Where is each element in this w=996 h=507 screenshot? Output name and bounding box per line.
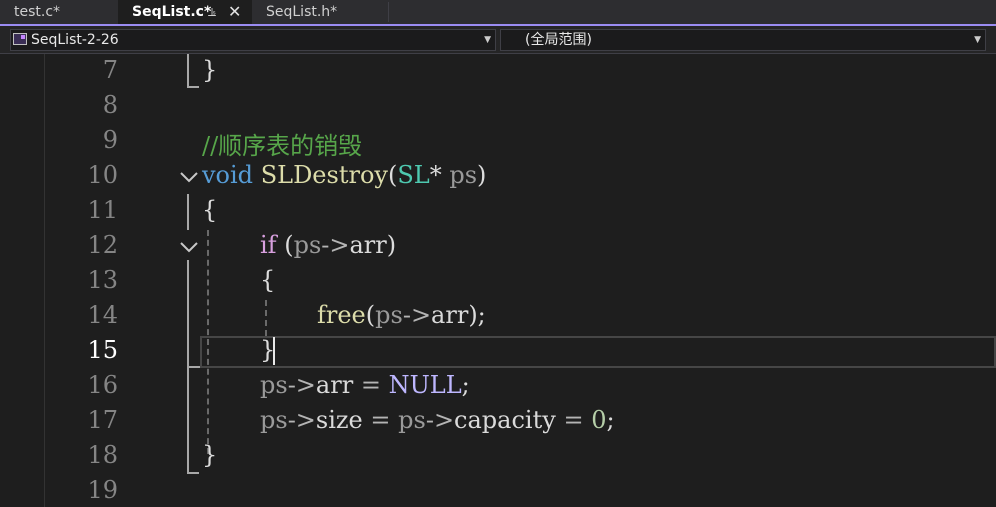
line-number: 18 xyxy=(87,441,118,469)
code-line-18: } xyxy=(202,441,217,469)
function-name: free xyxy=(317,301,366,329)
code-line-12: if (ps->arr) xyxy=(260,231,396,259)
brace: } xyxy=(202,441,218,469)
operator: -> xyxy=(425,406,455,434)
variable: ps xyxy=(398,406,426,434)
pointer: * xyxy=(429,161,442,189)
member: arr xyxy=(431,301,469,329)
line-number: 13 xyxy=(87,266,118,294)
chevron-down-icon[interactable]: ▼ xyxy=(484,30,491,50)
tab-seqlist-c[interactable]: SeqList.c* ⫡ ✕ xyxy=(118,0,252,24)
close-icon[interactable]: ✕ xyxy=(228,0,241,24)
fold-guide-end xyxy=(187,472,199,474)
brace: { xyxy=(260,266,276,294)
tab-label: test.c* xyxy=(14,4,61,20)
member: arr xyxy=(315,371,354,399)
project-dropdown[interactable]: SeqList-2-26 ▼ xyxy=(10,29,496,51)
paren: ( xyxy=(365,301,376,329)
tab-divider xyxy=(388,2,389,22)
operator: -> xyxy=(402,301,432,329)
punctuation: ; xyxy=(461,371,470,399)
operator: = xyxy=(360,371,381,399)
brace: } xyxy=(202,56,218,84)
document-tab-strip: test.c* SeqList.c* ⫡ ✕ SeqList.h* xyxy=(0,0,996,26)
function-name: SLDestroy xyxy=(260,161,388,189)
line-number: 10 xyxy=(87,161,118,189)
brace: { xyxy=(202,196,218,224)
fold-guide-end xyxy=(187,366,201,368)
line-number-current: 15 xyxy=(87,336,118,364)
fold-guide xyxy=(187,194,189,230)
tab-label: SeqList.h* xyxy=(266,4,338,20)
variable: ps xyxy=(293,231,322,259)
paren: ) xyxy=(386,231,397,259)
line-number: 17 xyxy=(87,406,118,434)
variable: ps xyxy=(260,371,288,399)
project-name: SeqList-2-26 xyxy=(31,32,119,48)
macro: NULL xyxy=(388,371,462,399)
comment: //顺序表的销毁 xyxy=(202,132,363,160)
number: 0 xyxy=(591,406,607,434)
line-number: 12 xyxy=(87,231,118,259)
code-line-14: free(ps->arr); xyxy=(317,301,486,329)
code-line-10: void SLDestroy(SL* ps) xyxy=(202,161,486,189)
operator: -> xyxy=(287,371,316,399)
fold-guide xyxy=(187,54,189,88)
scope-dropdown[interactable]: (全局范围) ▼ xyxy=(500,29,986,51)
indicator-margin xyxy=(0,54,45,507)
operator: -> xyxy=(287,406,316,434)
code-line-17: ps->size = ps->capacity = 0; xyxy=(260,406,615,434)
code-line-16: ps->arr = NULL; xyxy=(260,371,470,399)
member: capacity xyxy=(454,406,556,434)
navigation-bar: SeqList-2-26 ▼ (全局范围) ▼ xyxy=(0,26,996,54)
parameter: ps xyxy=(449,161,478,189)
keyword: if xyxy=(260,231,277,259)
fold-chevron-icon[interactable] xyxy=(180,171,198,185)
code-line-9: //顺序表的销毁 xyxy=(202,126,362,161)
tab-label: SeqList.c* xyxy=(132,4,212,20)
text-caret xyxy=(273,337,275,365)
paren: ( xyxy=(387,161,398,189)
scope-label: (全局范围) xyxy=(525,32,592,48)
operator: -> xyxy=(321,231,350,259)
fold-guide xyxy=(187,260,189,366)
paren: ) xyxy=(477,161,487,189)
line-number: 7 xyxy=(102,56,118,84)
line-number: 14 xyxy=(87,301,118,329)
code-line-13: { xyxy=(260,266,275,294)
variable: ps xyxy=(375,301,403,329)
line-number: 11 xyxy=(87,196,118,224)
punctuation: ; xyxy=(606,406,615,434)
tab-test-c[interactable]: test.c* xyxy=(0,0,118,24)
tab-seqlist-h[interactable]: SeqList.h* xyxy=(252,0,388,24)
operator: = xyxy=(563,406,584,434)
fold-chevron-icon[interactable] xyxy=(180,241,198,255)
keyword: void xyxy=(202,161,254,189)
line-number: 9 xyxy=(102,126,118,154)
paren: ( xyxy=(284,231,294,259)
line-number: 16 xyxy=(87,371,118,399)
project-icon xyxy=(13,33,27,45)
operator: = xyxy=(370,406,391,434)
code-line-7: } xyxy=(202,56,217,84)
punctuation: ); xyxy=(468,301,486,329)
fold-guide xyxy=(187,368,189,474)
code-editor[interactable]: 7 8 9 10 11 12 13 14 15 16 17 18 19 } //… xyxy=(0,54,996,507)
line-number: 8 xyxy=(102,91,118,119)
indent-guide xyxy=(265,300,267,336)
pin-icon[interactable]: ⫡ xyxy=(208,0,216,24)
code-line-11: { xyxy=(202,196,217,224)
member: arr xyxy=(349,231,387,259)
chevron-down-icon[interactable]: ▼ xyxy=(974,30,981,50)
variable: ps xyxy=(260,406,288,434)
member: size xyxy=(315,406,363,434)
fold-guide-end xyxy=(187,86,199,88)
current-line-highlight xyxy=(200,336,996,368)
line-number: 19 xyxy=(87,476,118,504)
type-name: SL xyxy=(397,161,430,189)
